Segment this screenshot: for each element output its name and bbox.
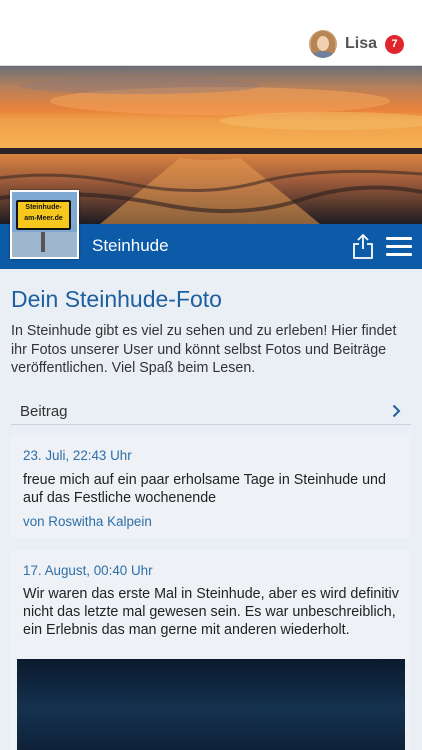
page-title: Dein Steinhude-Foto [11, 286, 222, 312]
beitrag-row[interactable]: Beitrag [11, 397, 411, 425]
chevron-right-icon [392, 404, 401, 418]
post-photo[interactable] [17, 659, 405, 750]
page-intro: In Steinhude gibt es viel zu sehen und z… [11, 323, 397, 376]
share-icon[interactable] [352, 233, 374, 259]
user-name[interactable]: Lisa [345, 35, 377, 53]
top-bar: Lisa 7 [0, 0, 422, 66]
site-name[interactable]: Steinhude [92, 236, 169, 256]
notification-badge[interactable]: 7 [385, 34, 404, 54]
avatar[interactable] [308, 30, 337, 58]
post-date: 23. Juli, 22:43 Uhr [23, 448, 132, 463]
post-date: 17. August, 00:40 Uhr [23, 563, 153, 578]
logo-sign: Steinhude- am-Meer.de [16, 200, 71, 230]
beitrag-label: Beitrag [20, 403, 68, 420]
post-text: freue mich auf ein paar erholsame Tage i… [23, 472, 386, 506]
site-logo[interactable]: Steinhude- am-Meer.de [10, 190, 79, 259]
post-author[interactable]: von Roswitha Kalpein [23, 514, 152, 529]
post-text: Wir waren das erste Mal in Steinhude, ab… [23, 586, 399, 638]
user-menu[interactable]: Lisa 7 [308, 30, 404, 58]
post-card[interactable]: 23. Juli, 22:43 Uhr freue mich auf ein p… [11, 436, 411, 538]
menu-icon[interactable] [386, 237, 412, 257]
